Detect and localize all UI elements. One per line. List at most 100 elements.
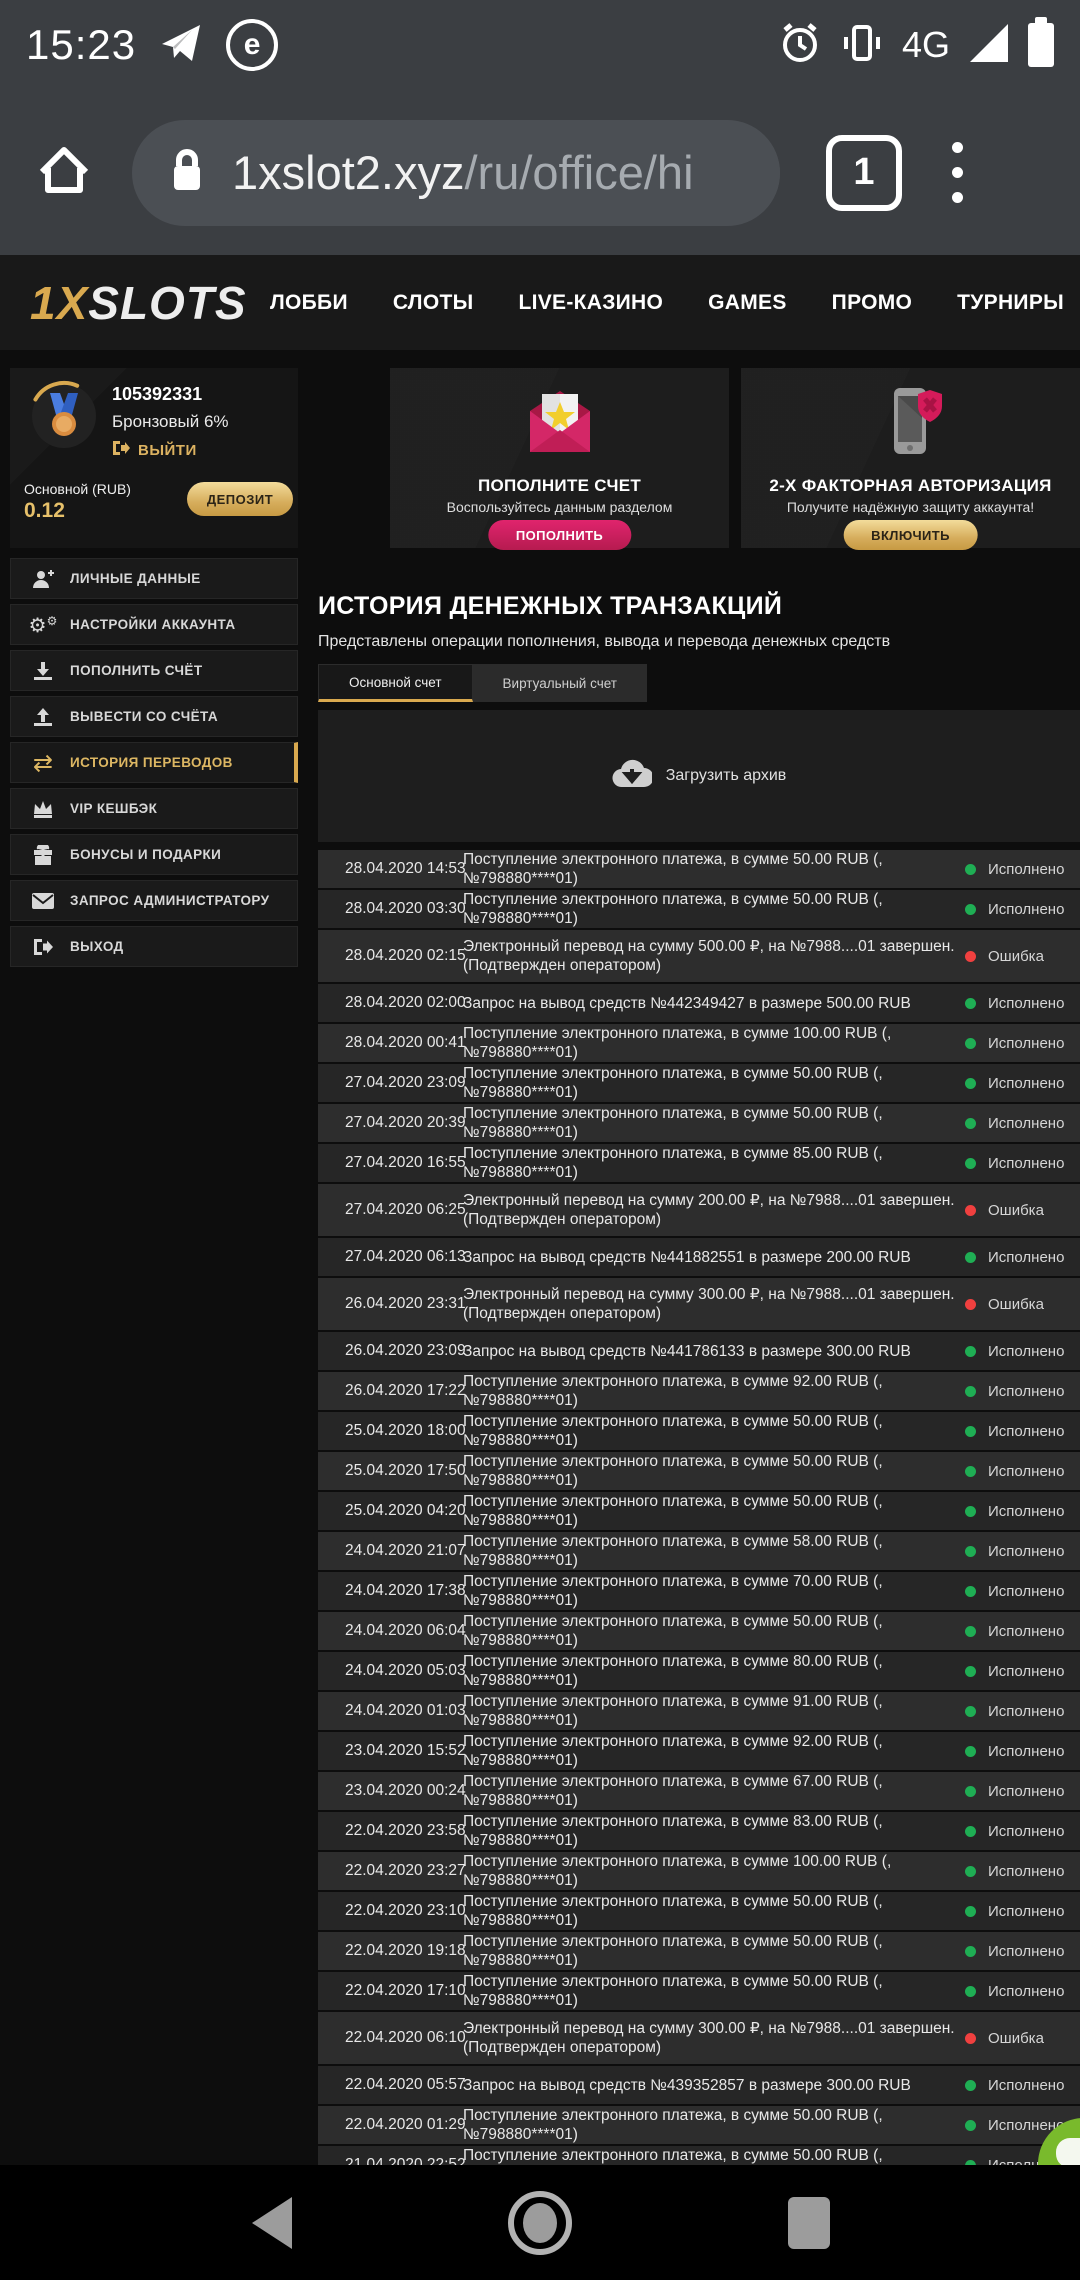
status-badge: Исполнено — [965, 1115, 1064, 1132]
menu-kebab-icon[interactable] — [952, 142, 963, 203]
sidebar-item[interactable]: ЛИЧНЫЕ ДАННЫЕ — [10, 558, 298, 599]
status-dot — [965, 1158, 976, 1169]
status-badge: Исполнено — [965, 1543, 1064, 1560]
top-up-button[interactable]: ПОПОЛНИТЬ — [488, 520, 631, 550]
transaction-date: 28.04.2020 02:00 — [345, 994, 440, 1012]
status-dot — [965, 1038, 976, 1049]
transaction-date: 28.04.2020 14:53 — [345, 860, 440, 878]
transaction-row: 28.04.2020 00:41Поступление электронного… — [318, 1024, 1080, 1062]
status-badge: Исполнено — [965, 1383, 1064, 1400]
alarm-icon — [778, 21, 822, 70]
status-dot — [965, 1986, 976, 1997]
transactions-table: 28.04.2020 14:53 Поступление электронного… — [318, 850, 1080, 2165]
transaction-description: Поступление электронного платежа, в сумм… — [463, 1692, 963, 1730]
status-badge: Исполнено — [965, 1703, 1064, 1720]
status-badge: Исполнено — [965, 1943, 1064, 1960]
main-nav: ЛОББИ СЛОТЫ LIVE-КАЗИНО GAMES ПРОМО ТУРНИРЫ — [270, 291, 1064, 315]
crown-icon — [31, 800, 55, 818]
logo-slots: SLOTS — [88, 277, 246, 329]
status-dot — [965, 1906, 976, 1917]
sidebar-item[interactable]: ⇄ ИСТОРИЯ ПЕРЕВОДОВ — [10, 742, 298, 783]
transaction-row: 24.04.2020 21:07Поступление электронного… — [318, 1532, 1080, 1570]
nav-item-1[interactable]: СЛОТЫ — [393, 291, 474, 315]
transaction-row: 24.04.2020 01:03Поступление электронного… — [318, 1692, 1080, 1730]
tab-virtual-account[interactable]: Виртуальный счет — [473, 664, 647, 702]
transfers-icon: ⇄ — [31, 751, 55, 775]
home-button[interactable] — [508, 2191, 572, 2255]
status-dot — [965, 1586, 976, 1597]
transaction-date: 26.04.2020 23:31 — [345, 1295, 440, 1313]
transaction-date: 27.04.2020 06:25 — [345, 1201, 440, 1219]
back-button[interactable] — [252, 2197, 292, 2249]
sidebar-item-label: ИСТОРИЯ ПЕРЕВОДОВ — [70, 755, 233, 770]
tab-count: 1 — [853, 151, 874, 194]
status-label: Исполнено — [988, 1423, 1064, 1440]
status-label: Исполнено — [988, 1743, 1064, 1760]
nav-item-4[interactable]: ПРОМО — [832, 291, 913, 315]
sidebar-item[interactable]: ВЫХОД — [10, 926, 298, 967]
transaction-description: Запрос на вывод средств №441786133 в раз… — [463, 1342, 963, 1361]
status-label: Исполнено — [988, 2077, 1064, 2094]
status-badge: Исполнено — [965, 1075, 1064, 1092]
user-plus-icon — [31, 569, 55, 589]
sidebar-item[interactable]: БОНУСЫ И ПОДАРКИ — [10, 834, 298, 875]
transaction-description: Поступление электронного платежа, в сумм… — [463, 1572, 963, 1610]
status-dot — [965, 1946, 976, 1957]
sidebar-item[interactable]: VIP КЕШБЭК — [10, 788, 298, 829]
status-badge: Ошибка — [965, 1296, 1044, 1313]
logout-link[interactable]: ВЫЙТИ — [112, 440, 197, 460]
site-logo[interactable]: 1XSLOTS — [30, 276, 247, 330]
status-badge: Исполнено — [965, 1035, 1064, 1052]
network-type-label: 4G — [902, 24, 950, 66]
transaction-description: Поступление электронного платежа, в сумм… — [463, 1532, 963, 1570]
transaction-date: 27.04.2020 16:55 — [345, 1154, 440, 1172]
nav-item-0[interactable]: ЛОББИ — [270, 291, 348, 315]
status-dot — [965, 2033, 976, 2044]
promo-subtitle: Получите надёжную защиту аккаунта! — [741, 499, 1080, 515]
transaction-description: Электронный перевод на сумму 200.00 ₽, н… — [463, 1191, 963, 1229]
transaction-date: 27.04.2020 20:39 — [345, 1114, 440, 1132]
nav-item-2[interactable]: LIVE-КАЗИНО — [518, 291, 663, 315]
transaction-row: 24.04.2020 05:03Поступление электронного… — [318, 1652, 1080, 1690]
sidebar-item[interactable]: ПОПОЛНИТЬ СЧЁТ — [10, 650, 298, 691]
transaction-date: 23.04.2020 00:24 — [345, 1782, 440, 1800]
status-badge: Исполнено — [965, 901, 1064, 918]
signal-icon — [968, 22, 1010, 69]
transaction-description: Поступление электронного платежа, в сумм… — [463, 1144, 963, 1182]
transaction-row: 26.04.2020 23:31Электронный перевод на с… — [318, 1278, 1080, 1330]
promo-card-deposit: ПОПОЛНИТЕ СЧЕТ Воспользуйтесь данным раз… — [390, 368, 729, 548]
status-badge: Исполнено — [965, 1823, 1064, 1840]
nav-item-3[interactable]: GAMES — [708, 291, 787, 315]
browser-toolbar: 1xslot2.xyz/ru/office/hi 1 — [0, 90, 1080, 255]
tab-main-account[interactable]: Основной счет — [318, 664, 473, 702]
url-bar[interactable]: 1xslot2.xyz/ru/office/hi — [132, 120, 780, 226]
transaction-date: 22.04.2020 23:27 — [345, 1862, 440, 1880]
status-badge: Ошибка — [965, 2030, 1044, 2047]
sidebar-item[interactable]: ЗАПРОС АДМИНИСТРАТОРУ — [10, 880, 298, 921]
transaction-date: 22.04.2020 01:29 — [345, 2116, 440, 2134]
status-dot — [965, 1346, 976, 1357]
status-label: Исполнено — [988, 1343, 1064, 1360]
android-nav-bar — [0, 2165, 1080, 2280]
nav-item-5[interactable]: ТУРНИРЫ — [957, 291, 1064, 315]
transaction-row: 25.04.2020 18:00Поступление электронного… — [318, 1412, 1080, 1450]
avatar[interactable] — [28, 380, 100, 452]
balance-value: 0.12 — [24, 499, 65, 523]
page-subtitle: Представлены операции пополнения, вывода… — [318, 633, 890, 651]
deposit-button[interactable]: ДЕПОЗИТ — [187, 482, 293, 516]
transaction-row: 22.04.2020 05:57Запрос на вывод средств … — [318, 2066, 1080, 2104]
sidebar-item[interactable]: ⚙⚙НАСТРОЙКИ АККАУНТА — [10, 604, 298, 645]
recents-button[interactable] — [788, 2197, 830, 2249]
enable-2fa-button[interactable]: ВКЛЮЧИТЬ — [843, 520, 978, 550]
sidebar-item[interactable]: ВЫВЕСТИ СО СЧЁТА — [10, 696, 298, 737]
status-label: Исполнено — [988, 1383, 1064, 1400]
tabs-icon[interactable]: 1 — [826, 135, 902, 211]
transaction-row: 21.04.2020 22:52Поступление электронного… — [318, 2146, 1080, 2165]
status-badge: Исполнено — [965, 1463, 1064, 1480]
transaction-date: 25.04.2020 04:20 — [345, 1502, 440, 1520]
status-dot — [965, 1866, 976, 1877]
transaction-row: 25.04.2020 04:20Поступление электронного… — [318, 1492, 1080, 1530]
download-archive-button[interactable]: Загрузить архив — [318, 710, 1080, 842]
home-icon[interactable] — [34, 140, 94, 205]
status-dot — [965, 2120, 976, 2131]
